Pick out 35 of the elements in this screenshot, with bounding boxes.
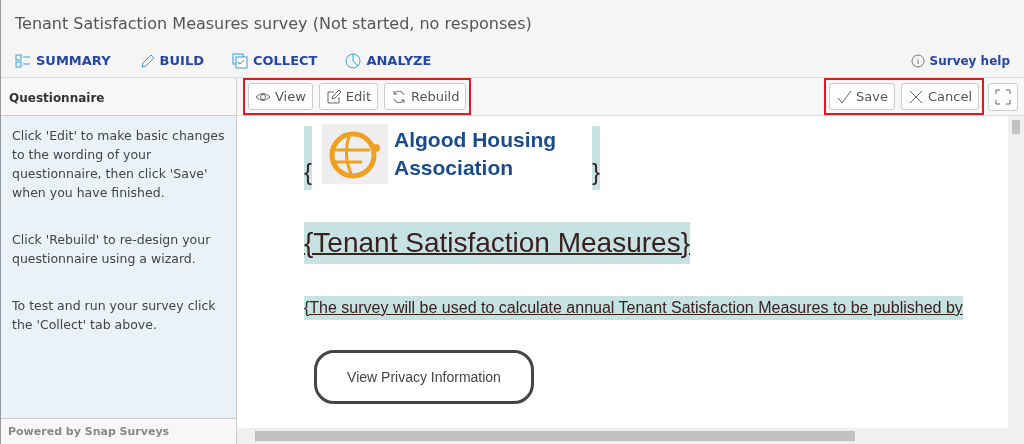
footer-text: Powered by Snap Surveys [1, 418, 236, 444]
privacy-button[interactable]: View Privacy Information [314, 350, 534, 404]
logo-text: Association [394, 155, 515, 181]
fullscreen-button[interactable] [988, 82, 1018, 111]
panel-title: Questionnaire [1, 78, 236, 116]
brace-text: } [592, 157, 601, 187]
nav-tab[interactable]: SUMMARY [15, 50, 111, 71]
help-link[interactable]: Survey help [910, 51, 1010, 70]
logo-text: Algood Housing [394, 127, 557, 153]
save-button[interactable]: Save [829, 82, 895, 111]
help-paragraph: Click 'Edit' to make basic changes to the wording of your questionnaire, then click 'Save' when you have finished. [12, 127, 225, 202]
window-title: Tenant Satisfaction Measures survey (Not started, no responses) [14, 13, 533, 35]
pie-chart-icon [345, 52, 362, 69]
close-icon [907, 88, 924, 105]
toolbar-button[interactable]: Rebuild [384, 82, 467, 111]
survey-heading: {Tenant Satisfaction Measures} [304, 222, 690, 264]
list-icon [15, 52, 31, 69]
help-paragraph: To test and run your survey click the 'Collect' tab above. [12, 297, 217, 334]
globe-logo-icon [322, 124, 388, 184]
cancel-button[interactable]: Cancel [900, 82, 979, 111]
check-icon [836, 88, 853, 105]
nav-tab[interactable]: COLLECT [231, 50, 318, 71]
edit-icon [325, 88, 342, 105]
nav-tab[interactable]: ANALYZE [345, 50, 432, 71]
copy-icon [231, 52, 248, 69]
help-paragraph: Click 'Rebuild' to re-design your questionnaire using a wizard. [12, 231, 212, 268]
pencil-icon [138, 52, 155, 69]
intro-text: {The survey will be used to calculate annual Tenant Satisfaction Measures to be published by [304, 296, 963, 320]
refresh-icon [391, 88, 408, 105]
expand-icon [995, 88, 1011, 105]
info-icon [910, 53, 925, 68]
toolbar-button[interactable]: View [248, 82, 313, 111]
toolbar-button[interactable]: Edit [318, 82, 379, 111]
brace-text: { [304, 157, 312, 187]
nav-tab[interactable]: BUILD [138, 50, 204, 71]
